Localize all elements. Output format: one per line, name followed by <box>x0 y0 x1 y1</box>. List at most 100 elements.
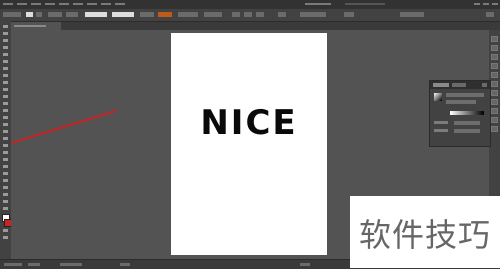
selection-tool-icon[interactable] <box>3 25 8 28</box>
shape-builder-icon[interactable] <box>3 130 8 133</box>
artboards-icon[interactable] <box>491 126 498 132</box>
mesh-tool-icon[interactable] <box>3 144 8 147</box>
document-tab-row <box>11 22 500 30</box>
stroke-weight-field[interactable] <box>66 12 78 17</box>
swatches-icon[interactable] <box>491 45 498 51</box>
opacity-field[interactable] <box>454 121 480 125</box>
fill-swatch[interactable] <box>26 12 33 17</box>
pencil-icon[interactable] <box>3 88 8 91</box>
variable-width-field[interactable] <box>85 12 107 17</box>
menu-item-help[interactable] <box>115 1 125 7</box>
stroke-icon[interactable] <box>491 72 498 78</box>
control-bar <box>0 9 500 22</box>
gradient-slider[interactable] <box>450 111 484 115</box>
gradient-angle-field[interactable] <box>446 100 476 104</box>
screen-mode-icon[interactable] <box>3 236 8 239</box>
opacity-label <box>140 12 154 17</box>
tools-panel <box>0 21 12 259</box>
menu-item-view[interactable] <box>87 1 97 7</box>
panel-tab[interactable] <box>452 83 466 87</box>
column-graph-icon[interactable] <box>3 179 8 182</box>
menu-item-type[interactable] <box>45 1 55 7</box>
direct-selection-tool-icon[interactable] <box>3 32 8 35</box>
panel-menu-icon[interactable] <box>482 83 487 87</box>
layers-icon[interactable] <box>491 117 498 123</box>
menu-item-file[interactable] <box>3 1 13 7</box>
scale-tool-icon[interactable] <box>3 109 8 112</box>
panel-menu-button[interactable] <box>400 12 424 17</box>
graphic-styles-icon[interactable] <box>491 108 498 114</box>
menu-bar <box>0 0 500 9</box>
color-panel-icon[interactable] <box>491 36 498 42</box>
control-menu-icon[interactable] <box>486 12 494 17</box>
gradient-panel-icon[interactable] <box>491 81 498 87</box>
menu-item-effect[interactable] <box>73 1 83 7</box>
document-tab[interactable] <box>11 22 61 30</box>
menu-item-object[interactable] <box>31 1 41 7</box>
status-info <box>60 263 82 266</box>
pen-tool-icon[interactable] <box>3 53 8 56</box>
eyedropper-icon[interactable] <box>3 158 8 161</box>
align-center-icon[interactable] <box>244 12 252 17</box>
scroll-left-icon[interactable] <box>120 263 130 266</box>
symbol-sprayer-icon[interactable] <box>3 172 8 175</box>
panel-tab-bar[interactable] <box>430 81 490 89</box>
zoom-level-field[interactable] <box>4 263 22 266</box>
location-label <box>434 129 448 132</box>
hand-tool-icon[interactable] <box>3 200 8 203</box>
style-swatch[interactable] <box>158 12 172 17</box>
gradient-thumbnail[interactable] <box>434 93 442 101</box>
selection-label <box>3 12 21 17</box>
watermark-text: 软件技巧 <box>358 216 491 254</box>
type-tool-icon[interactable] <box>3 60 8 63</box>
close-icon[interactable] <box>492 1 498 7</box>
menu-item-edit[interactable] <box>17 1 27 7</box>
document-setup-button[interactable] <box>178 12 198 17</box>
gradient-tool-icon[interactable] <box>3 151 8 154</box>
search-field[interactable] <box>345 1 385 7</box>
menu-item-select[interactable] <box>59 1 69 7</box>
annotation-arrow <box>11 109 117 144</box>
warp-tool-icon[interactable] <box>3 116 8 119</box>
rectangle-tool-icon[interactable] <box>3 74 8 77</box>
slice-tool-icon[interactable] <box>3 193 8 196</box>
gradient-panel[interactable] <box>429 80 491 147</box>
magic-wand-icon[interactable] <box>3 39 8 42</box>
headline-text[interactable]: NICE <box>171 103 327 143</box>
lasso-icon[interactable] <box>3 46 8 49</box>
artboard-tool-icon[interactable] <box>3 186 8 189</box>
scroll-right-icon[interactable] <box>300 263 310 266</box>
panel-tab-active[interactable] <box>433 83 449 87</box>
transparency-icon[interactable] <box>491 90 498 96</box>
artboard-navigation[interactable] <box>28 263 40 266</box>
location-field[interactable] <box>454 129 480 133</box>
eraser-icon[interactable] <box>3 95 8 98</box>
stroke-swatch[interactable] <box>48 12 62 17</box>
brush-definition-field[interactable] <box>112 12 134 17</box>
workspace-switcher[interactable] <box>305 1 331 7</box>
drawing-mode-icon[interactable] <box>3 229 8 232</box>
transform-button[interactable] <box>300 12 326 17</box>
minimize-icon[interactable] <box>474 1 480 7</box>
maximize-icon[interactable] <box>483 1 489 7</box>
distribute-icon[interactable] <box>278 12 286 17</box>
symbols-icon[interactable] <box>491 63 498 69</box>
gradient-type-select[interactable] <box>446 93 484 97</box>
rotate-tool-icon[interactable] <box>3 102 8 105</box>
preferences-button[interactable] <box>204 12 222 17</box>
fill-dropdown-icon[interactable] <box>36 12 42 17</box>
align-right-icon[interactable] <box>256 12 264 17</box>
artboard[interactable]: NICE <box>171 33 327 255</box>
arrange-documents-icon[interactable] <box>344 12 354 17</box>
brushes-icon[interactable] <box>491 54 498 60</box>
blend-tool-icon[interactable] <box>3 165 8 168</box>
line-segment-icon[interactable] <box>3 67 8 70</box>
opacity-label <box>434 121 448 124</box>
free-transform-icon[interactable] <box>3 123 8 126</box>
zoom-tool-icon[interactable] <box>3 207 8 210</box>
perspective-grid-icon[interactable] <box>3 137 8 140</box>
align-left-icon[interactable] <box>232 12 240 17</box>
paintbrush-icon[interactable] <box>3 81 8 84</box>
appearance-icon[interactable] <box>491 99 498 105</box>
menu-item-window[interactable] <box>101 1 111 7</box>
